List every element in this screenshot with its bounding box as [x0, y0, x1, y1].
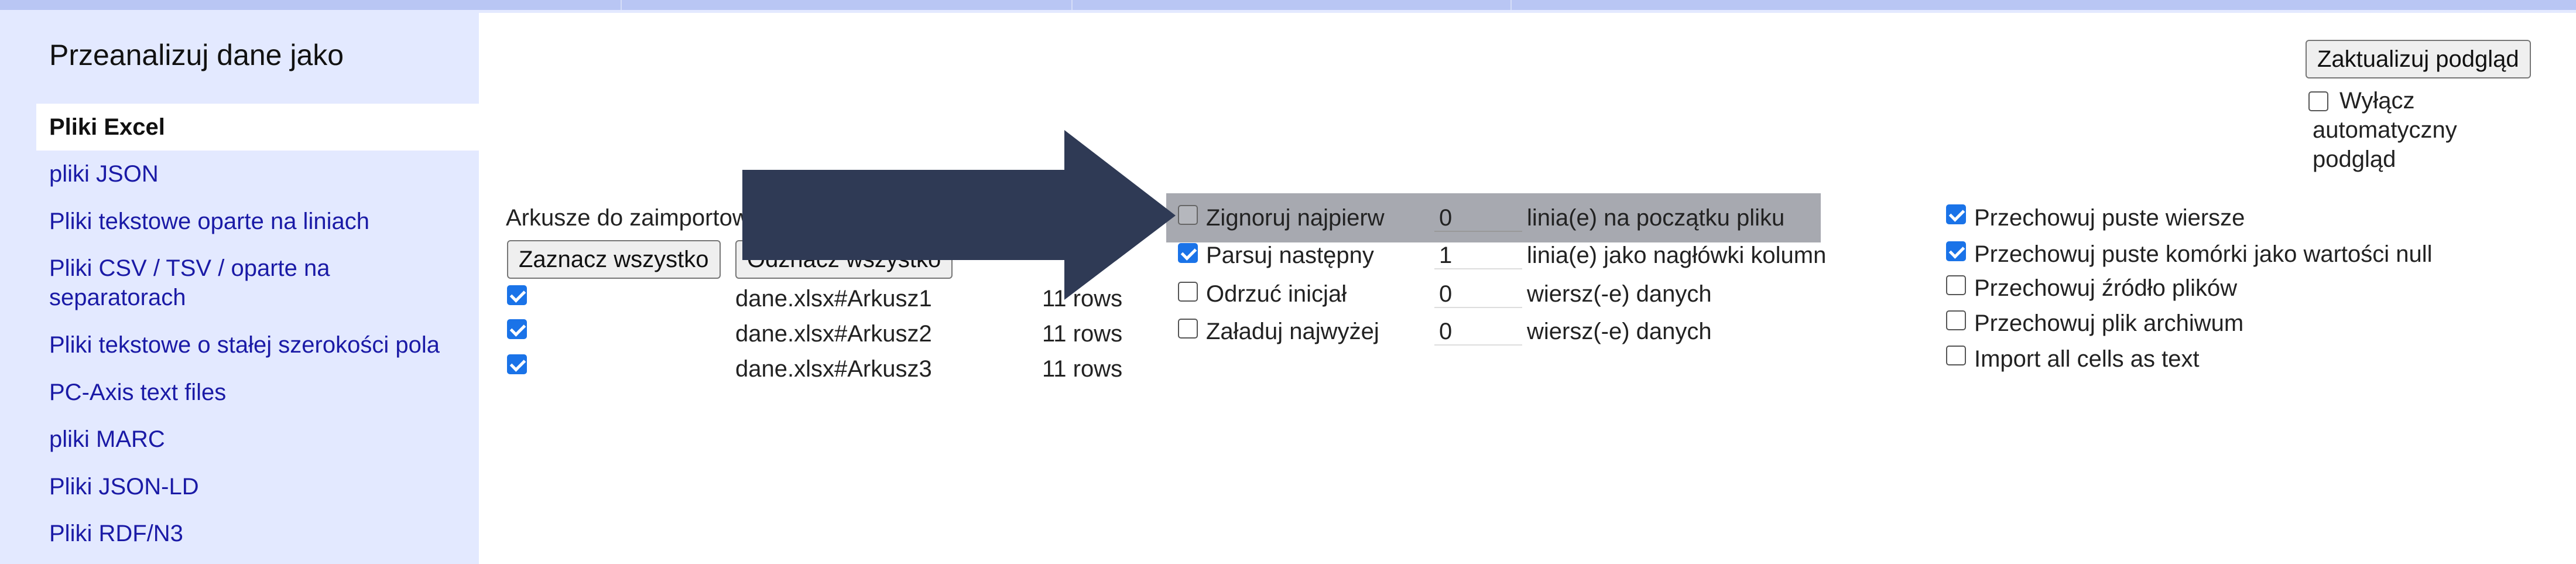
ignore-first-label: Zignoruj najpierw — [1206, 205, 1385, 231]
sheet-row-count: 11 rows — [1042, 356, 1123, 382]
tab-divider — [1510, 0, 1512, 10]
discard-initial-checkbox[interactable] — [1178, 282, 1198, 302]
store-archive-checkbox[interactable] — [1946, 310, 1966, 330]
update-preview-button[interactable]: Zaktualizuj podgląd — [2306, 40, 2531, 78]
store-blank-cells-null-label: Przechowuj puste komórki jako wartości n… — [1974, 241, 2433, 267]
sidebar-item-fixed-width[interactable]: Pliki tekstowe o stałej szerokości pola — [49, 330, 471, 360]
top-bar — [0, 0, 2576, 10]
sheet-checkbox[interactable] — [507, 354, 527, 374]
sheet-name: dane.xlsx#Arkusz2 — [735, 321, 932, 347]
store-file-source-checkbox[interactable] — [1946, 275, 1966, 295]
auto-preview-label-line3: podgląd — [2313, 146, 2396, 172]
annotation-arrow-icon — [742, 130, 1176, 300]
sheet-checkbox[interactable] — [507, 285, 527, 305]
store-blank-rows-label: Przechowuj puste wiersze — [1974, 205, 2245, 231]
select-all-button[interactable]: Zaznacz wszystko — [507, 240, 721, 279]
import-as-text-label: Import all cells as text — [1974, 346, 2200, 372]
store-blank-rows-checkbox[interactable] — [1946, 204, 1966, 224]
parse-next-label: Parsuj następny — [1206, 242, 1374, 268]
sidebar-item-json-ld[interactable]: Pliki JSON-LD — [49, 472, 471, 501]
ignore-first-suffix: linia(e) na początku pliku — [1527, 205, 1785, 231]
sidebar-item-marc[interactable]: pliki MARC — [49, 425, 471, 454]
sheet-checkbox[interactable] — [507, 319, 527, 339]
tab-divider — [1071, 0, 1073, 10]
discard-initial-label: Odrzuć inicjał — [1206, 281, 1347, 307]
sidebar-item-pc-axis[interactable]: PC-Axis text files — [49, 378, 471, 407]
sidebar-item-csv-tsv[interactable]: Pliki CSV / TSV / oparte na separatorach — [49, 254, 471, 312]
sheet-row-count: 11 rows — [1042, 321, 1123, 347]
parse-next-suffix: linia(e) jako nagłówki kolumn — [1527, 242, 1827, 268]
parse-next-input[interactable]: 1 — [1434, 241, 1522, 269]
load-at-most-label: Załaduj najwyżej — [1206, 319, 1379, 344]
auto-preview-label-line1: Wyłącz — [2339, 88, 2415, 114]
load-at-most-suffix: wiersz(-e) danych — [1527, 319, 1712, 344]
auto-preview-label-line2: automatyczny — [2313, 117, 2457, 143]
sidebar-item-excel[interactable]: Pliki Excel — [36, 104, 479, 151]
store-archive-label: Przechowuj plik archiwum — [1974, 310, 2244, 336]
sidebar-heading: Przeanalizuj dane jako — [49, 39, 344, 71]
parse-next-checkbox[interactable] — [1178, 243, 1198, 263]
sidebar-item-rdf-n3[interactable]: Pliki RDF/N3 — [49, 519, 471, 548]
discard-initial-suffix: wiersz(-e) danych — [1527, 281, 1712, 307]
discard-initial-input[interactable]: 0 — [1434, 280, 1522, 308]
ignore-first-input[interactable]: 0 — [1434, 204, 1522, 232]
store-file-source-label: Przechowuj źródło plików — [1974, 275, 2238, 301]
load-at-most-checkbox[interactable] — [1178, 319, 1198, 339]
disable-auto-preview-checkbox[interactable] — [2308, 91, 2328, 111]
sheet-name: dane.xlsx#Arkusz3 — [735, 356, 932, 382]
sidebar-item-line-based[interactable]: Pliki tekstowe oparte na liniach — [49, 207, 471, 236]
tab-divider — [621, 0, 622, 10]
parser-sidebar: Przeanalizuj dane jako Pliki Excel pliki… — [0, 10, 479, 564]
ignore-first-checkbox[interactable] — [1178, 205, 1198, 225]
sidebar-item-json[interactable]: pliki JSON — [49, 159, 471, 189]
store-blank-cells-null-checkbox[interactable] — [1946, 241, 1966, 261]
load-at-most-input[interactable]: 0 — [1434, 317, 1522, 346]
import-as-text-checkbox[interactable] — [1946, 346, 1966, 365]
